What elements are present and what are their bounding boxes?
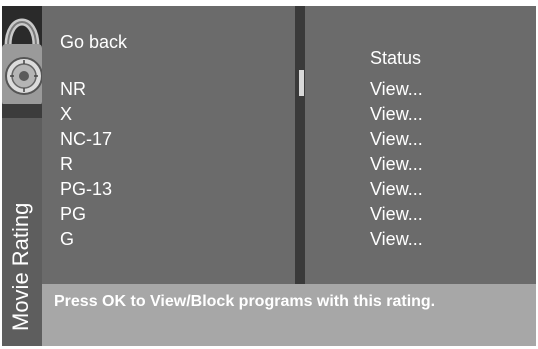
status-pane: Status View... View... View... View... V… bbox=[305, 6, 536, 284]
rating-item-nc-17[interactable]: NC-17 bbox=[60, 129, 112, 150]
help-footer: Press OK to View/Block programs with thi… bbox=[42, 284, 536, 346]
sidebar-title: Movie Rating bbox=[8, 202, 33, 331]
rating-item-pg-13[interactable]: PG-13 bbox=[60, 179, 112, 200]
status-nc-17[interactable]: View... bbox=[370, 129, 423, 150]
rating-menu-screen: Movie Rating Go back NR X NC-17 R PG-13 … bbox=[2, 6, 536, 346]
status-column-header: Status bbox=[370, 48, 422, 68]
rating-item-pg[interactable]: PG bbox=[60, 204, 86, 225]
help-text: Press OK to View/Block programs with thi… bbox=[54, 293, 436, 310]
rating-item-g[interactable]: G bbox=[60, 229, 74, 250]
rating-item-x[interactable]: X bbox=[60, 104, 72, 125]
status-pg-13[interactable]: View... bbox=[370, 179, 423, 200]
status-g[interactable]: View... bbox=[370, 229, 423, 250]
scrollbar-track[interactable] bbox=[295, 6, 305, 284]
sidebar: Movie Rating bbox=[2, 6, 42, 346]
status-x[interactable]: View... bbox=[370, 104, 423, 125]
status-nr[interactable]: View... bbox=[370, 79, 423, 100]
status-pg[interactable]: View... bbox=[370, 204, 423, 225]
scrollbar-thumb[interactable] bbox=[299, 70, 304, 96]
status-r[interactable]: View... bbox=[370, 154, 423, 175]
rating-item-nr[interactable]: NR bbox=[60, 79, 86, 100]
go-back-item[interactable]: Go back bbox=[60, 32, 127, 53]
rating-list-pane: Go back NR X NC-17 R PG-13 PG G bbox=[42, 6, 295, 284]
rating-item-r[interactable]: R bbox=[60, 154, 73, 175]
